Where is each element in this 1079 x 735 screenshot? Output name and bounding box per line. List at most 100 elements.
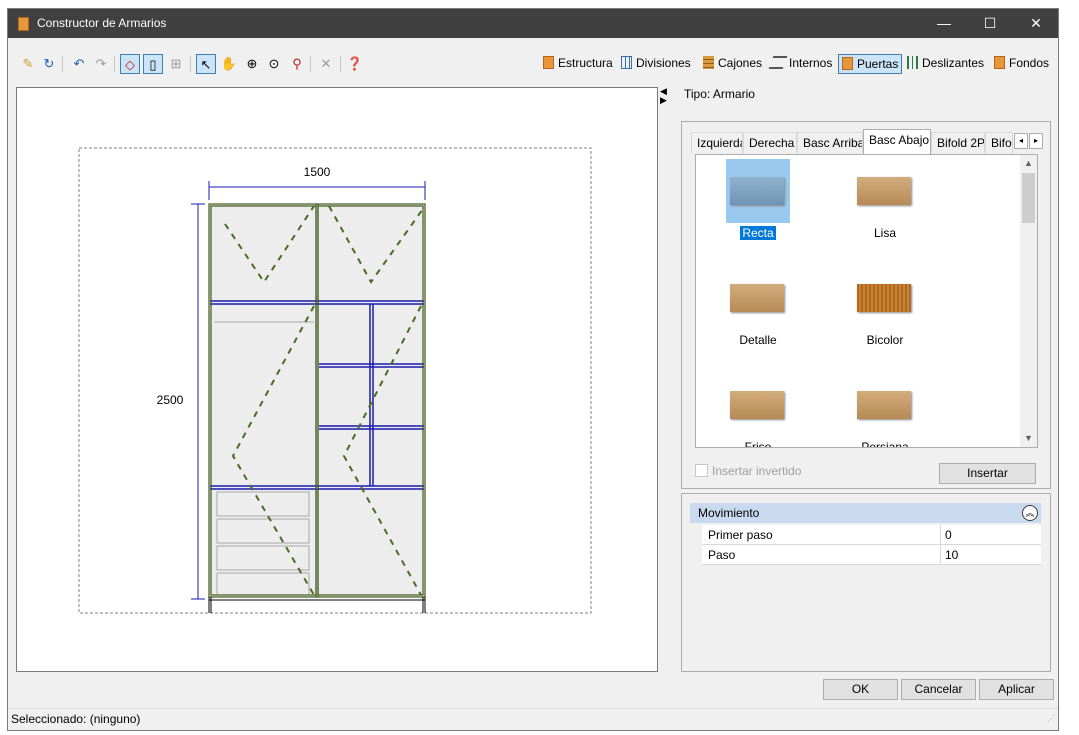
property-value-field[interactable]: 10: [940, 545, 1041, 565]
property-name: Primer paso: [708, 528, 773, 542]
toolbar-fondos[interactable]: Fondos: [991, 54, 1052, 74]
toolbar-puertas[interactable]: Puertas: [838, 54, 903, 74]
property-row[interactable]: Primer paso 0: [702, 525, 1041, 545]
toolbar-separator: [114, 56, 115, 72]
window-title: Constructor de Armarios: [37, 16, 167, 30]
collapse-icon[interactable]: ︽: [1022, 505, 1038, 521]
gallery-thumb: [726, 373, 790, 437]
gallery-item-label: Recta: [740, 226, 776, 240]
gallery-item-friso[interactable]: Friso: [713, 373, 803, 448]
back-panel-icon: [994, 56, 1005, 69]
door-outline-icon[interactable]: ▯: [143, 54, 163, 74]
tab-izquierda[interactable]: Izquierda: [691, 132, 743, 153]
main-window: Constructor de Armarios — ☐ ✕ ✎ ↻ ↶ ↷ ◇ …: [7, 8, 1059, 731]
gallery-item-recta[interactable]: Recta: [713, 159, 803, 240]
zoom-window-icon[interactable]: ⊙: [264, 54, 284, 74]
property-value-field[interactable]: 0: [940, 525, 1041, 545]
tab-scroll-left-button[interactable]: ◂: [1014, 133, 1028, 149]
undo-icon[interactable]: ↶: [69, 54, 89, 74]
app-wardrobe-icon: [18, 17, 29, 31]
property-row[interactable]: Paso 10: [702, 545, 1041, 565]
tipo-label: Tipo: Armario: [684, 87, 755, 101]
zoom-extents-icon[interactable]: ⊕: [242, 54, 262, 74]
delete-icon[interactable]: ✕: [316, 54, 336, 74]
wardrobe-drawing[interactable]: 1500 2500: [17, 88, 657, 671]
toolbar-cajones[interactable]: Cajones: [700, 54, 765, 74]
insert-button[interactable]: Insertar: [939, 463, 1036, 484]
toolbar: ✎ ↻ ↶ ↷ ◇ ▯ ⊞ ↖ ✋ ⊕ ⊙ ⚲ ✕ ❓ Estructura D…: [8, 51, 1058, 77]
tab-scroll-right-button[interactable]: ▸: [1029, 133, 1043, 149]
wardrobe-icon: [543, 56, 554, 69]
ok-button[interactable]: OK: [823, 679, 898, 700]
gallery-item-label: Detalle: [739, 333, 777, 347]
properties-panel: Movimiento ︽ Primer paso 0 Paso 10: [681, 493, 1051, 672]
tab-basc-arriba[interactable]: Basc Arriba: [797, 132, 863, 153]
minimize-button[interactable]: —: [921, 9, 967, 38]
gallery-item-label: Bicolor: [866, 333, 904, 347]
gallery-item-persiana[interactable]: Persiana: [840, 373, 930, 448]
grid-icon: [621, 56, 632, 69]
door-preview-image: [857, 391, 911, 419]
gallery-item-label: Friso: [744, 440, 772, 448]
hand-icon[interactable]: ✋: [219, 54, 239, 74]
maximize-button[interactable]: ☐: [967, 9, 1013, 38]
toolbar-deslizantes-label: Deslizantes: [922, 56, 985, 70]
door-preview-image: [730, 284, 784, 312]
toolbar-deslizantes[interactable]: Deslizantes: [904, 54, 987, 74]
toolbar-separator: [310, 56, 311, 72]
checkbox-label: Insertar invertido: [712, 464, 802, 478]
scroll-up-icon[interactable]: ▲: [1020, 155, 1037, 172]
tab-bifold-2p[interactable]: Bifold 2P: [931, 132, 985, 153]
toolbar-estructura[interactable]: Estructura: [540, 54, 616, 74]
grid-icon[interactable]: ⊞: [166, 54, 186, 74]
redo-icon[interactable]: ↷: [91, 54, 111, 74]
toolbar-estructura-label: Estructura: [558, 56, 613, 70]
property-group-header[interactable]: Movimiento ︽: [690, 503, 1041, 523]
refresh-icon[interactable]: ↻: [39, 54, 59, 74]
checkbox-box[interactable]: [695, 464, 708, 477]
toolbar-internos-label: Internos: [789, 56, 833, 70]
help-icon[interactable]: ❓: [345, 54, 365, 74]
gallery-item-lisa[interactable]: Lisa: [840, 159, 930, 240]
toolbar-separator: [190, 56, 191, 72]
tab-bifold[interactable]: Bifold: [985, 132, 1013, 153]
status-text: Seleccionado: (ninguno): [11, 712, 141, 726]
doors-tabs-panel: Izquierda Derecha Basc Arriba Basc Abajo…: [681, 121, 1051, 489]
height-dimension-label: 2500: [157, 393, 184, 407]
title-bar: Constructor de Armarios — ☐ ✕: [8, 9, 1058, 38]
drawer-icon: [703, 56, 714, 69]
shelf-icon: [768, 56, 788, 69]
draw-doors-icon[interactable]: ◇: [120, 54, 140, 74]
scrollbar-thumb[interactable]: [1022, 173, 1035, 223]
gallery-thumb: [853, 159, 917, 223]
property-group-title: Movimiento: [698, 506, 760, 520]
toolbar-fondos-label: Fondos: [1009, 56, 1050, 70]
toolbar-divisiones-label: Divisiones: [636, 56, 691, 70]
zoom-icon[interactable]: ⚲: [287, 54, 307, 74]
gallery-item-detalle[interactable]: Detalle: [713, 266, 803, 347]
toolbar-separator: [340, 56, 341, 72]
apply-button[interactable]: Aplicar: [979, 679, 1054, 700]
toolbar-divisiones[interactable]: Divisiones: [618, 54, 694, 74]
new-icon[interactable]: ✎: [18, 54, 38, 74]
gallery-scrollbar[interactable]: ▲ ▼: [1020, 155, 1037, 447]
panel-collapse-toggle[interactable]: ◀ ▶: [660, 87, 670, 105]
status-bar: Seleccionado: (ninguno) ⋰: [8, 708, 1058, 731]
door-preview-image: [730, 391, 784, 419]
drawing-canvas[interactable]: 1500 2500: [16, 87, 658, 672]
toolbar-internos[interactable]: Internos: [768, 54, 835, 74]
door-type-gallery: Recta Lisa Detalle Bicolor Friso Persian…: [695, 154, 1038, 448]
gallery-thumb: [853, 373, 917, 437]
gallery-item-bicolor[interactable]: Bicolor: [840, 266, 930, 347]
tab-basc-abajo[interactable]: Basc Abajo: [863, 129, 931, 154]
width-dimension-label: 1500: [304, 165, 331, 179]
insert-inverted-checkbox[interactable]: Insertar invertido: [695, 464, 801, 478]
cancel-button[interactable]: Cancelar: [901, 679, 976, 700]
close-button[interactable]: ✕: [1013, 9, 1059, 38]
scroll-down-icon[interactable]: ▼: [1020, 430, 1037, 447]
tab-derecha[interactable]: Derecha: [743, 132, 797, 153]
gallery-item-label: Persiana: [861, 440, 909, 448]
resize-grip-icon[interactable]: ⋰: [1047, 708, 1055, 729]
door-preview-image: [857, 177, 911, 205]
pointer-icon[interactable]: ↖: [196, 54, 216, 74]
